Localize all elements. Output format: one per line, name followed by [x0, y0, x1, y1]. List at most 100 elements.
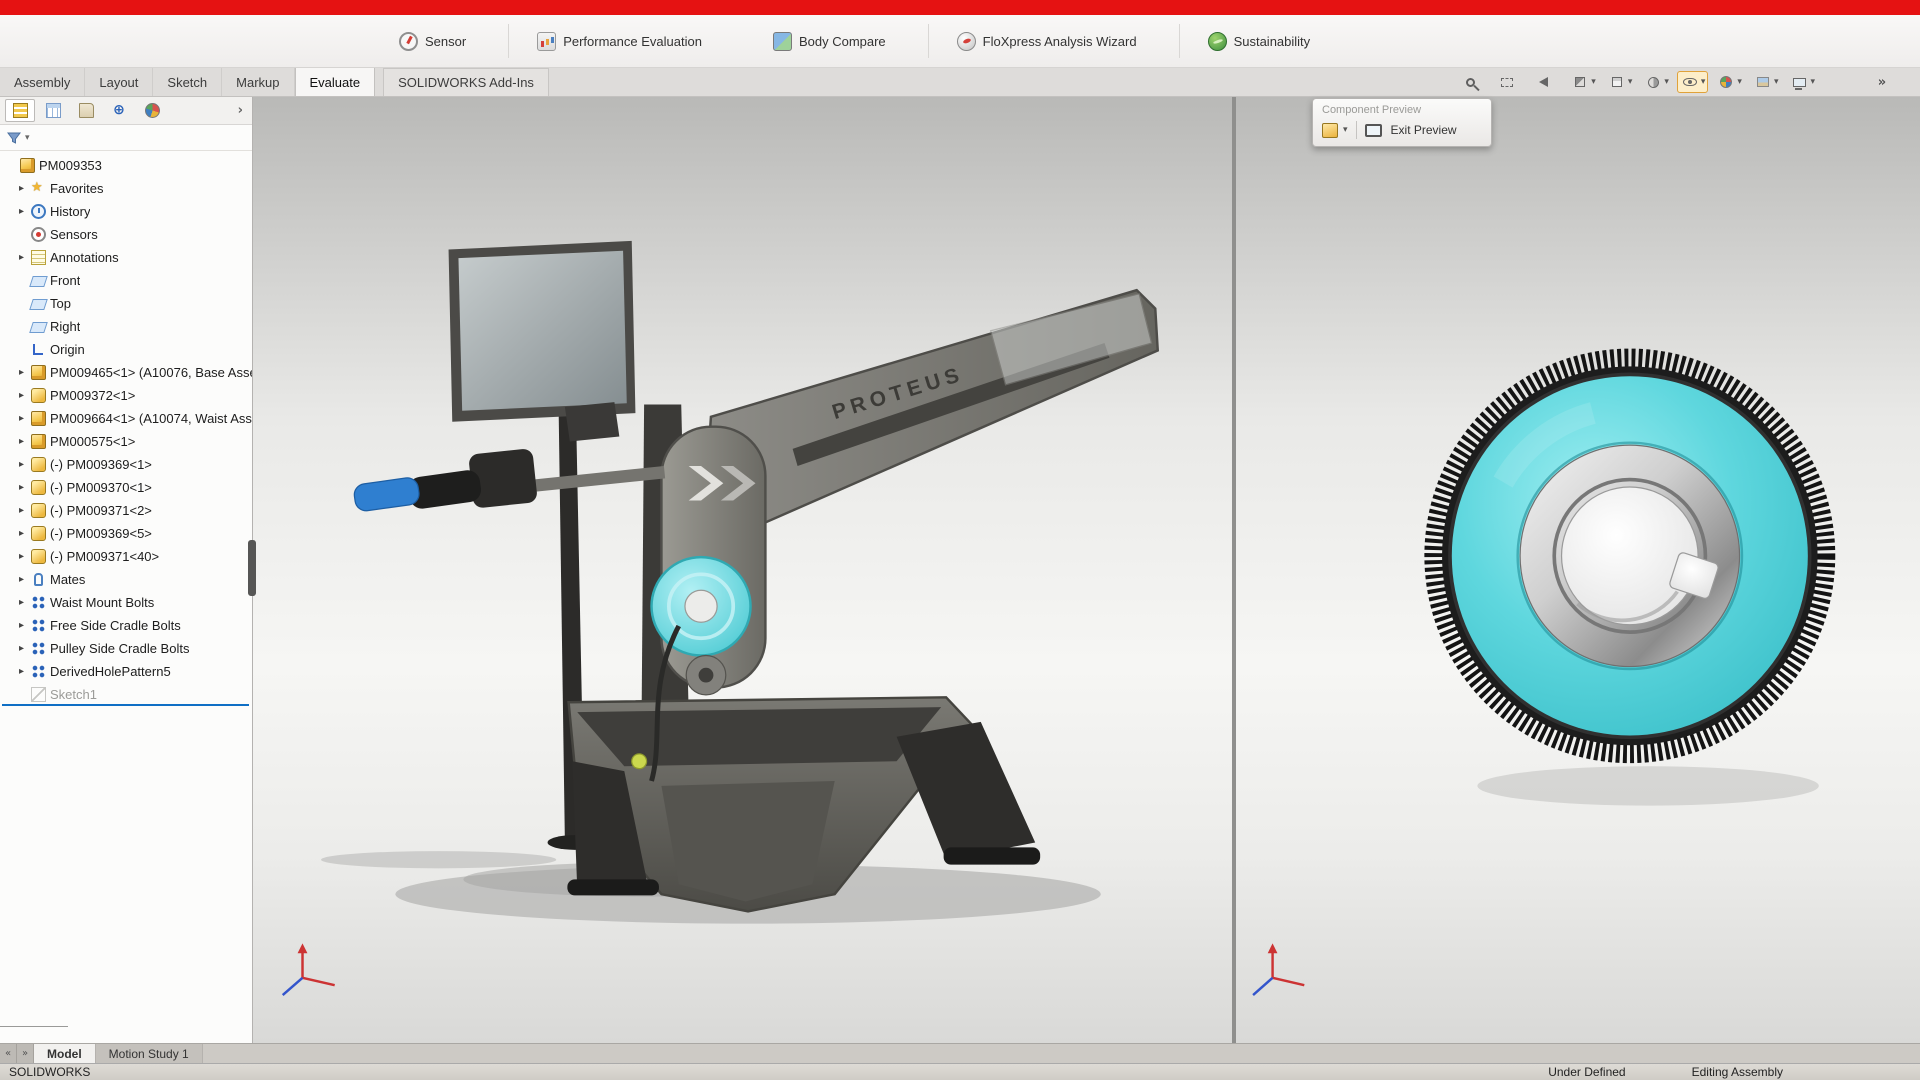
expand-arrow-icon[interactable]: ▸	[16, 574, 27, 585]
tab-configurationmanager[interactable]	[71, 99, 101, 122]
tree-item[interactable]: ▸ Waist Mount Bolts	[0, 591, 252, 614]
tree-item[interactable]: ▸ Right	[0, 315, 252, 338]
tree-item[interactable]: ▸ Origin	[0, 338, 252, 361]
tree-item-icon	[31, 687, 46, 702]
toolbar-button[interactable]: Sustainability	[1198, 26, 1321, 57]
expand-arrow-icon[interactable]: ▸	[16, 597, 27, 608]
tree-item[interactable]: ▸ (-) PM009369<5>	[0, 522, 252, 545]
tree-item-icon	[31, 595, 46, 610]
expand-arrow-icon[interactable]: ▸	[16, 528, 27, 539]
panel-splitter-line[interactable]	[0, 1026, 68, 1027]
tree-item[interactable]: ▸ Pulley Side Cradle Bolts	[0, 637, 252, 660]
filter-funnel-icon[interactable]	[7, 131, 21, 145]
configuration-manager-icon	[79, 103, 94, 118]
tree-item[interactable]: ▸ Sensors	[0, 223, 252, 246]
ribbon-tab[interactable]: Layout	[85, 68, 153, 96]
tree-item[interactable]: ▸ Free Side Cradle Bolts	[0, 614, 252, 637]
viewport-right[interactable]: Component Preview ▾ Exit Preview	[1236, 97, 1920, 1043]
tree-item[interactable]: ▸ PM000575<1>	[0, 430, 252, 453]
expand-arrow-icon[interactable]: ▸	[16, 252, 27, 263]
chevron-down-icon[interactable]: ▾	[1343, 125, 1348, 135]
tree-item[interactable]: ▸ PM009465<1> (A10076, Base Assembl	[0, 361, 252, 384]
section-view-icon[interactable]: ▾	[1568, 72, 1598, 92]
document-tab[interactable]: Model	[34, 1044, 96, 1063]
expand-arrow-icon[interactable]: ▸	[16, 367, 27, 378]
tree-item[interactable]: ▸ (-) PM009369<1>	[0, 453, 252, 476]
chevron-down-icon: ▾	[1810, 77, 1815, 87]
app-name-label: SOLIDWORKS	[9, 1065, 90, 1079]
tab-featuremanager[interactable]	[5, 99, 35, 122]
tree-item-icon	[31, 227, 46, 242]
dimxpert-icon: ⊕	[112, 103, 127, 118]
ribbon-tab[interactable]: SOLIDWORKS Add-Ins	[383, 68, 549, 96]
tree-item[interactable]: ▸ Mates	[0, 568, 252, 591]
tree-item[interactable]: ▸ PM009664<1> (A10074, Waist Assem	[0, 407, 252, 430]
tab-displaymanager[interactable]	[137, 99, 167, 122]
ribbon-tab[interactable]: Sketch	[153, 68, 222, 96]
toolbar-button[interactable]: Body Compare	[763, 26, 896, 57]
tree-item[interactable]: ▸ PM009372<1>	[0, 384, 252, 407]
ribbon-tab[interactable]: Assembly	[0, 68, 85, 96]
expand-arrow-icon[interactable]: ▸	[16, 505, 27, 516]
expand-arrow-icon[interactable]: ▸	[16, 459, 27, 470]
expand-arrow-icon[interactable]: ▸	[16, 413, 27, 424]
display-style-icon[interactable]: ▾	[1641, 72, 1671, 92]
tab-scroll-right-button[interactable]: »	[17, 1044, 34, 1063]
heads-up-view-toolbar: ▾ ▾ ▾ ▾ ▾ ▾	[1459, 68, 1920, 96]
viewport-left[interactable]: PROTEUS	[253, 97, 1232, 1043]
tab-scroll-left-button[interactable]: «	[0, 1044, 17, 1063]
editing-mode-label: Editing Assembly	[1692, 1065, 1783, 1079]
expand-arrow-icon[interactable]: ▸	[16, 390, 27, 401]
zoom-to-area-icon[interactable]: ▾	[1495, 72, 1525, 92]
tree-item[interactable]: ▸ History	[0, 200, 252, 223]
tree-item[interactable]: ▸ PM009353	[0, 154, 252, 177]
toolbar-button[interactable]: Sensor	[389, 26, 476, 57]
edit-appearance-icon[interactable]: ▾	[1714, 72, 1744, 92]
ribbon-tab[interactable]: Markup	[222, 68, 294, 96]
zoom-to-fit-icon[interactable]: ▾	[1459, 72, 1489, 92]
expand-arrow-icon[interactable]: ▸	[16, 206, 27, 217]
expand-arrow-icon[interactable]: ▸	[16, 183, 27, 194]
tree-item[interactable]: ▸ DerivedHolePattern5	[0, 660, 252, 683]
tree-item[interactable]: ▸ Top	[0, 292, 252, 315]
tree-item-icon	[31, 549, 46, 564]
expand-arrow-icon[interactable]: ▸	[16, 666, 27, 677]
tree-item[interactable]: ▸ Annotations	[0, 246, 252, 269]
viewport-splitter[interactable]	[1232, 97, 1236, 1043]
view-orientation-icon[interactable]: ▾	[1605, 72, 1635, 92]
tree-item[interactable]: ▸ (-) PM009371<40>	[0, 545, 252, 568]
previous-view-icon[interactable]: ▾	[1532, 72, 1562, 92]
expand-arrow-icon[interactable]: ▸	[16, 482, 27, 493]
view-settings-icon[interactable]: ▾	[1787, 72, 1817, 92]
tree-item-label: Right	[50, 319, 80, 334]
tree-item-icon	[31, 181, 46, 196]
component-icon[interactable]	[1322, 123, 1338, 138]
tree-item[interactable]: ▸ (-) PM009371<2>	[0, 499, 252, 522]
tree-item[interactable]: ▸ Front	[0, 269, 252, 292]
tab-propertymanager[interactable]	[38, 99, 68, 122]
tree-item[interactable]: ▸ Favorites	[0, 177, 252, 200]
tab-dimxpertmanager[interactable]: ⊕	[104, 99, 134, 122]
feature-tree-icon	[13, 103, 28, 118]
toolbar-button[interactable]: Performance Evaluation	[527, 26, 712, 57]
panel-expand-chevron-icon[interactable]: ›	[238, 103, 247, 118]
tree-item[interactable]: ▸ Sketch1	[0, 683, 252, 706]
collapse-pane-icon[interactable]: »	[1870, 72, 1894, 92]
expand-arrow-icon[interactable]: ▸	[16, 551, 27, 562]
expand-arrow-icon[interactable]: ▸	[16, 643, 27, 654]
expand-arrow-icon[interactable]: ▸	[16, 436, 27, 447]
expand-arrow-icon[interactable]: ▸	[16, 620, 27, 631]
tree-item-label: PM009372<1>	[50, 388, 135, 403]
tree-item[interactable]: ▸ (-) PM009370<1>	[0, 476, 252, 499]
document-tab[interactable]: Motion Study 1	[96, 1044, 203, 1063]
toolbar-button-icon	[1208, 32, 1227, 51]
panel-splitter-handle[interactable]	[248, 540, 256, 596]
hide-show-items-icon[interactable]: ▾	[1678, 72, 1708, 92]
chevron-down-icon[interactable]: ▾	[25, 133, 30, 143]
toolbar-button-icon	[773, 32, 792, 51]
tree-item-icon	[29, 276, 48, 287]
apply-scene-icon[interactable]: ▾	[1751, 72, 1781, 92]
ribbon-tab[interactable]: Evaluate	[295, 68, 376, 96]
toolbar-button[interactable]: FloXpress Analysis Wizard	[947, 26, 1147, 57]
exit-preview-button[interactable]: Exit Preview	[1387, 121, 1461, 139]
